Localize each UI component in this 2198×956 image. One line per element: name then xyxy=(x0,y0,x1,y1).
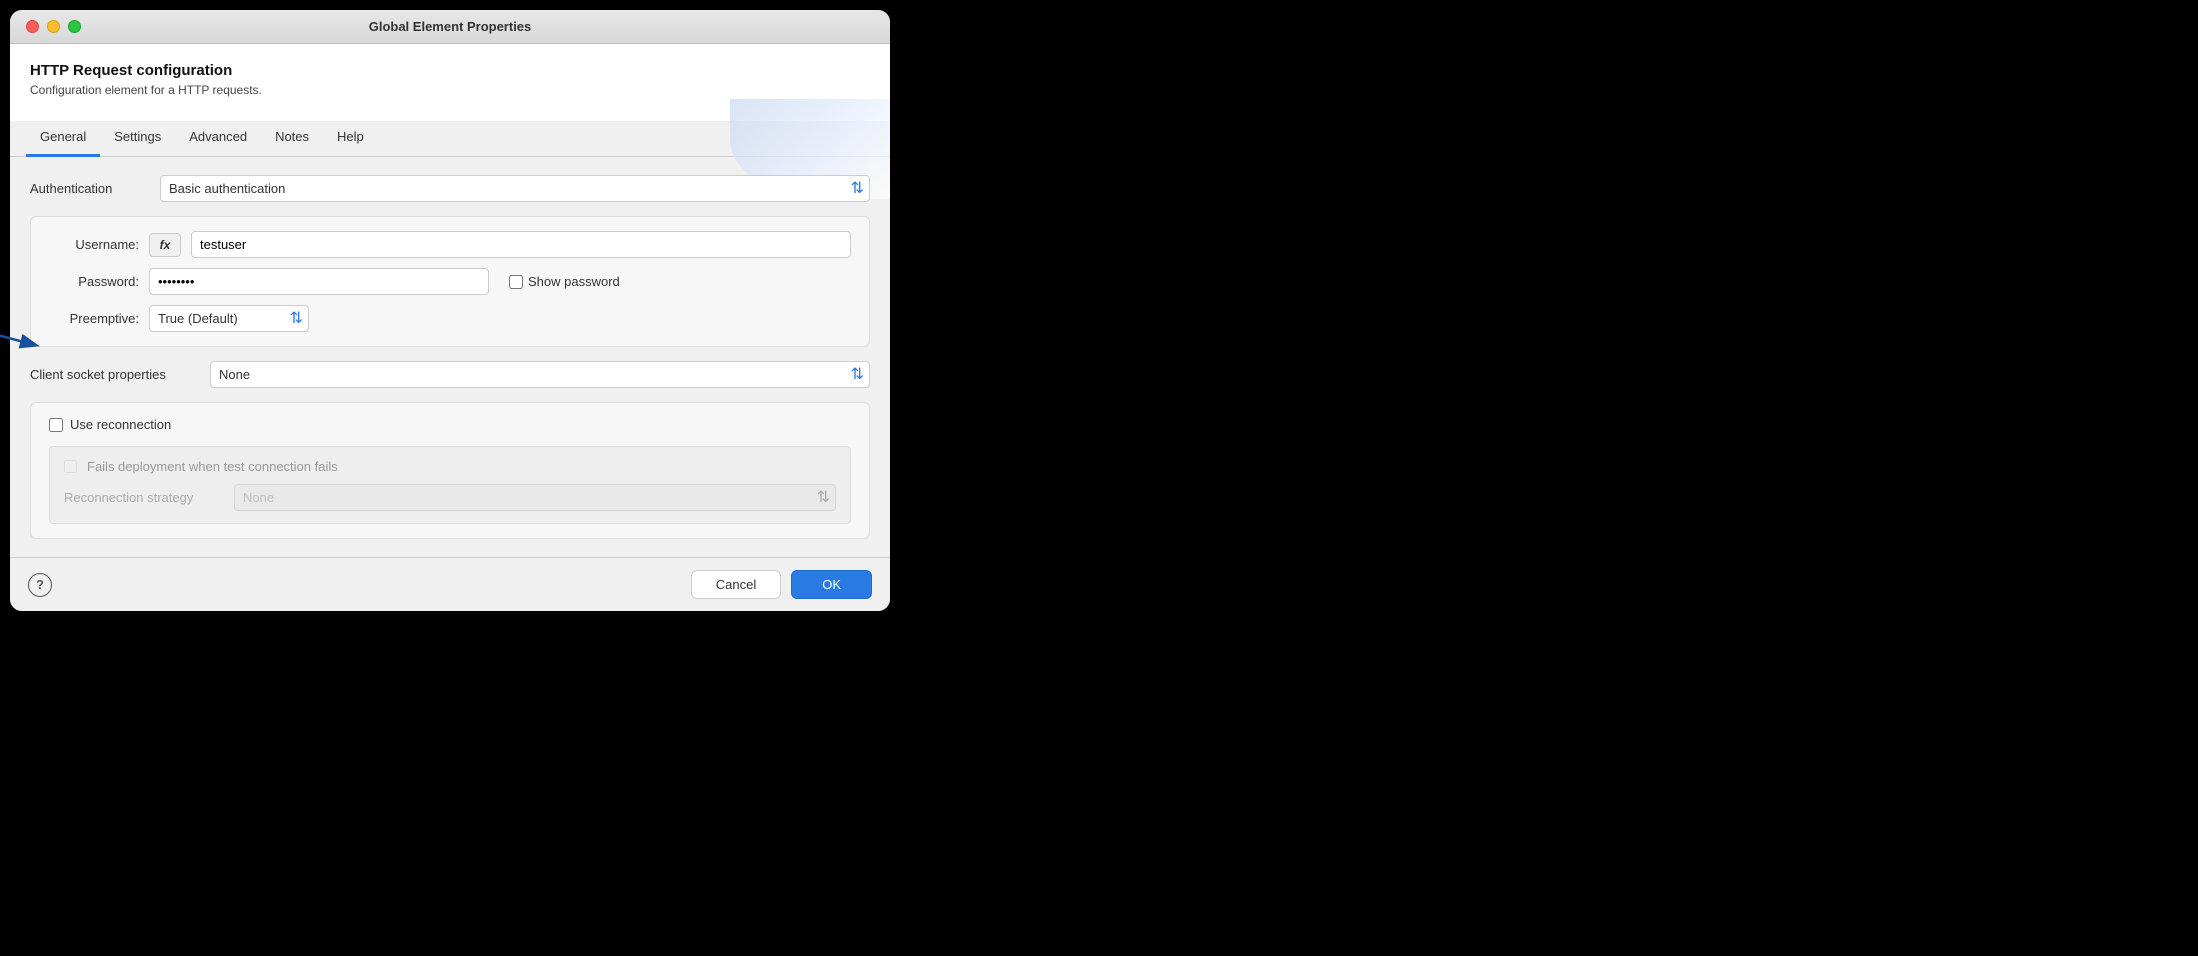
bottom-bar: ? Cancel OK xyxy=(10,557,890,611)
authentication-row: Authentication Basic authentication None… xyxy=(30,175,870,202)
reconnection-section: Use reconnection Fails deployment when t… xyxy=(30,402,870,539)
password-row: Password: Show password xyxy=(49,268,851,295)
title-bar: Global Element Properties xyxy=(10,10,890,44)
client-socket-row: Client socket properties None ⇅ xyxy=(30,361,870,388)
maximize-button[interactable] xyxy=(68,20,81,33)
form-area: Authentication Basic authentication None… xyxy=(10,157,890,557)
client-socket-select[interactable]: None xyxy=(210,361,870,388)
fx-button[interactable]: fx xyxy=(149,233,181,257)
preemptive-row: Preemptive: True (Default) False ⇅ xyxy=(49,305,851,332)
reconnection-sub-section: Fails deployment when test connection fa… xyxy=(49,446,851,524)
show-password-checkbox[interactable] xyxy=(509,275,523,289)
preemptive-select-wrapper: True (Default) False ⇅ xyxy=(149,305,309,332)
fails-deployment-label: Fails deployment when test connection fa… xyxy=(87,459,338,474)
use-reconnection-label: Use reconnection xyxy=(70,417,171,432)
tab-help[interactable]: Help xyxy=(323,121,378,157)
tabs-bar: General Settings Advanced Notes Help xyxy=(10,121,890,157)
reconnection-strategy-label: Reconnection strategy xyxy=(64,490,224,505)
tab-general[interactable]: General xyxy=(26,121,100,157)
config-title: HTTP Request configuration xyxy=(30,62,870,79)
help-button[interactable]: ? xyxy=(28,573,52,597)
preemptive-label: Preemptive: xyxy=(49,311,139,326)
tab-advanced[interactable]: Advanced xyxy=(175,121,261,157)
authentication-select[interactable]: Basic authentication None Digest NTLM Ke… xyxy=(160,175,870,202)
preemptive-select[interactable]: True (Default) False xyxy=(149,305,309,332)
use-reconnection-row: Use reconnection xyxy=(49,417,851,432)
authentication-select-wrapper: Basic authentication None Digest NTLM Ke… xyxy=(160,175,870,202)
close-button[interactable] xyxy=(26,20,39,33)
client-socket-label: Client socket properties xyxy=(30,367,200,382)
fails-deployment-checkbox[interactable] xyxy=(64,460,77,473)
authentication-label: Authentication xyxy=(30,181,150,196)
reconnection-strategy-row: Reconnection strategy None ⇅ xyxy=(64,484,836,511)
username-input[interactable] xyxy=(191,231,851,258)
auth-section-box: Username: fx Password: Show password Pre… xyxy=(30,216,870,347)
config-subtitle: Configuration element for a HTTP request… xyxy=(30,83,870,97)
cancel-button[interactable]: Cancel xyxy=(691,570,781,599)
client-socket-select-wrapper: None ⇅ xyxy=(210,361,870,388)
reconnection-strategy-select-wrapper: None ⇅ xyxy=(234,484,836,511)
minimize-button[interactable] xyxy=(47,20,60,33)
username-row: Username: fx xyxy=(49,231,851,258)
tab-settings[interactable]: Settings xyxy=(100,121,175,157)
use-reconnection-checkbox[interactable] xyxy=(49,418,63,432)
reconnection-strategy-select[interactable]: None xyxy=(234,484,836,511)
password-input[interactable] xyxy=(149,268,489,295)
show-password-label[interactable]: Show password xyxy=(528,274,620,289)
button-actions: Cancel OK xyxy=(691,570,872,599)
password-label: Password: xyxy=(49,274,139,289)
show-password-container: Show password xyxy=(509,274,620,289)
dialog-title: Global Element Properties xyxy=(369,19,532,34)
tab-notes[interactable]: Notes xyxy=(261,121,323,157)
fails-deployment-row: Fails deployment when test connection fa… xyxy=(64,459,836,474)
window-controls xyxy=(26,20,81,33)
username-label: Username: xyxy=(49,237,139,252)
ok-button[interactable]: OK xyxy=(791,570,872,599)
